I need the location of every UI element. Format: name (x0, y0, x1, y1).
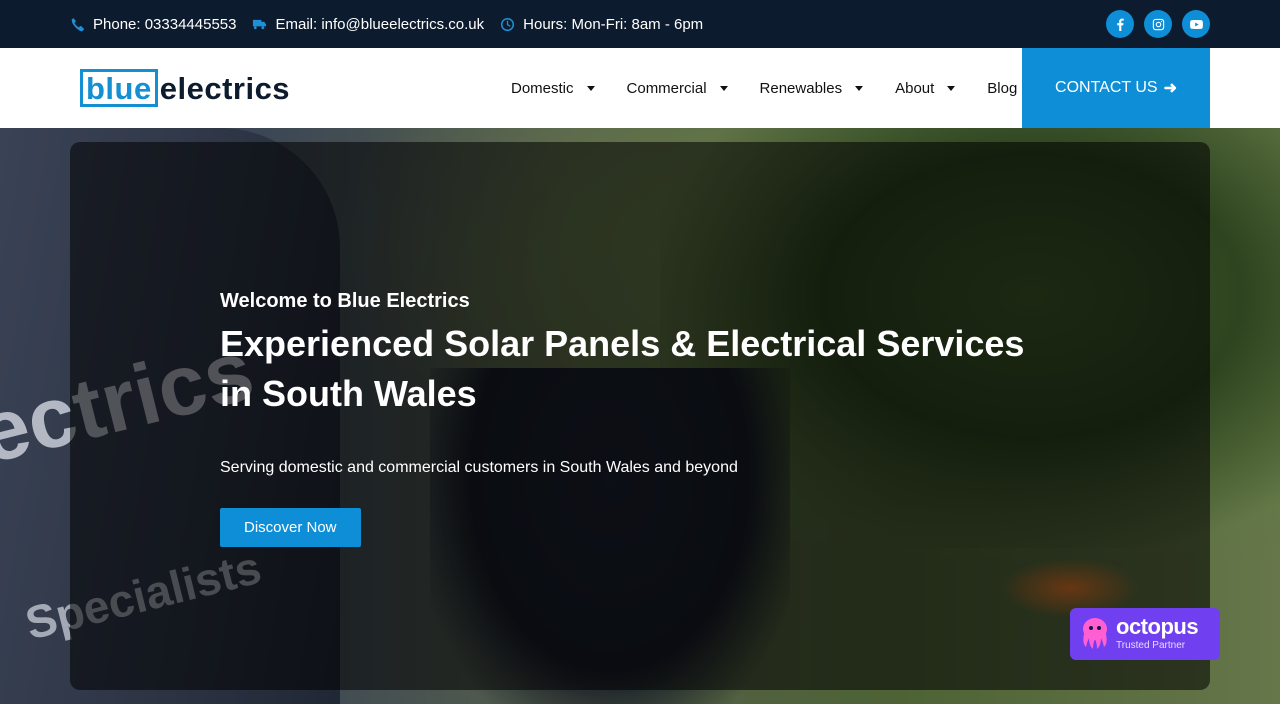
facebook-link[interactable] (1106, 10, 1134, 38)
hero-content: Welcome to Blue Electrics Experienced So… (220, 290, 1060, 547)
facebook-icon (1116, 18, 1124, 31)
caret-down-icon (719, 85, 728, 91)
email-text: Email: info@blueelectrics.co.uk (275, 15, 485, 33)
youtube-icon (1189, 19, 1203, 29)
nav-item-label: Commercial (626, 79, 707, 97)
hero-welcome: Welcome to Blue Electrics (220, 290, 470, 312)
caret-down-icon (947, 85, 956, 91)
arrow-right-icon: ➜ (1163, 80, 1177, 97)
hero-title-line1: Experienced Solar Panels & Electrical Se… (220, 323, 1025, 364)
main-nav: Domestic Commercial Renewables About Blo… (511, 48, 1017, 128)
octopus-text: octopus Trusted Partner (1116, 614, 1199, 652)
caret-down-icon (855, 85, 864, 91)
caret-down-icon (586, 85, 595, 91)
logo-box: blue (80, 69, 158, 107)
hero-subtitle: Serving domestic and commercial customer… (220, 459, 738, 476)
nav-item-label: About (895, 79, 935, 97)
truck-icon (253, 19, 267, 29)
contact-us-label: CONTACT US (1055, 79, 1158, 96)
nav-item-commercial[interactable]: Commercial (627, 80, 728, 97)
instagram-link[interactable] (1144, 10, 1172, 38)
youtube-link[interactable] (1182, 10, 1210, 38)
octopus-name: octopus (1116, 614, 1199, 639)
nav-item-about[interactable]: About (895, 79, 956, 97)
social-links (1106, 10, 1210, 38)
nav-item-label: Blog (987, 79, 1018, 97)
nav-item-domestic[interactable]: Domestic (511, 80, 595, 97)
main-header: blue electrics Domestic Commercial Renew… (0, 48, 1280, 128)
hours-info: Hours: Mon-Fri: 8am - 6pm (500, 16, 703, 33)
site-logo[interactable]: blue electrics (80, 69, 290, 107)
logo-text: electrics (159, 70, 291, 106)
octopus-partner-badge[interactable]: octopus Trusted Partner (1070, 608, 1220, 660)
instagram-icon (1152, 18, 1164, 30)
contact-us-button[interactable]: CONTACT US ➜ (1022, 48, 1210, 128)
clock-icon (501, 17, 515, 31)
phone-text: Phone: 03334445553 (93, 15, 237, 33)
octopus-sub: Trusted Partner (1116, 640, 1186, 651)
top-bar: Phone: 03334445553 Email: info@blueelect… (0, 0, 1280, 48)
nav-item-label: Renewables (759, 79, 843, 97)
email-info[interactable]: Email: info@blueelectrics.co.uk (252, 16, 484, 33)
nav-item-renewables[interactable]: Renewables (760, 80, 864, 97)
phone-info[interactable]: Phone: 03334445553 (70, 16, 236, 33)
phone-icon (71, 17, 84, 31)
discover-now-button[interactable]: Discover Now (220, 508, 361, 547)
hero-title: Experienced Solar Panels & Electrical Se… (220, 319, 1060, 419)
nav-item-blog[interactable]: Blog (987, 80, 1017, 97)
hero-title-line2: in South Wales (220, 373, 477, 414)
bottom-strip (0, 704, 1280, 720)
nav-item-label: Domestic (511, 79, 574, 97)
hours-text: Hours: Mon-Fri: 8am - 6pm (523, 15, 704, 33)
octopus-icon (1083, 618, 1107, 649)
